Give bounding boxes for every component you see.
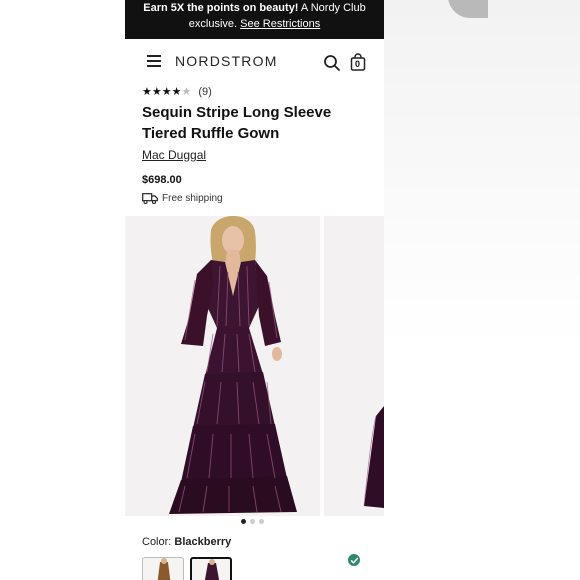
product-title: Sequin Stripe Long Sleeve Tiered Ruffle …: [142, 104, 332, 142]
hamburger-menu-icon[interactable]: [147, 55, 161, 67]
color-label-text: Color:: [142, 536, 172, 548]
shipping-info: Free shipping: [142, 193, 223, 204]
brand-link[interactable]: Mac Duggal: [142, 148, 206, 162]
rating-count: (9): [198, 86, 212, 98]
color-value: Blackberry: [174, 536, 232, 548]
product-image-main[interactable]: [125, 216, 320, 516]
gallery-pagination[interactable]: [241, 519, 264, 524]
phone-screen: Earn 5X the points on beauty! A Nordy Cl…: [125, 0, 384, 580]
search-icon[interactable]: [323, 54, 341, 72]
see-restrictions-link[interactable]: See Restrictions: [240, 18, 320, 30]
rating-stars: ★★★★★: [142, 86, 192, 98]
color-swatch-blackberry[interactable]: [190, 557, 232, 580]
background-gradient: [384, 0, 580, 580]
shipping-text: Free shipping: [162, 193, 223, 204]
product-image-gallery[interactable]: [125, 216, 384, 516]
gallery-dot-2[interactable]: [250, 519, 255, 524]
nordstrom-logo[interactable]: NORDSTROM: [175, 53, 278, 69]
color-label: Color: Blackberry: [142, 536, 231, 548]
promo-banner[interactable]: Earn 5X the points on beauty! A Nordy Cl…: [125, 0, 384, 39]
product-rating[interactable]: ★★★★★ (9): [142, 85, 212, 98]
gallery-dot-1[interactable]: [241, 519, 246, 524]
site-header: NORDSTROM 0: [125, 46, 384, 78]
gallery-dot-3[interactable]: [259, 519, 264, 524]
promo-bold: Earn 5X the points on beauty!: [143, 2, 299, 14]
bag-count: 0: [355, 59, 361, 69]
selected-check-icon: [347, 553, 361, 567]
product-image-next[interactable]: [324, 216, 384, 516]
product-price: $698.00: [142, 174, 182, 186]
shopping-bag-icon[interactable]: 0: [350, 53, 366, 71]
color-swatch-1[interactable]: [142, 557, 184, 580]
truck-icon: [142, 193, 158, 204]
